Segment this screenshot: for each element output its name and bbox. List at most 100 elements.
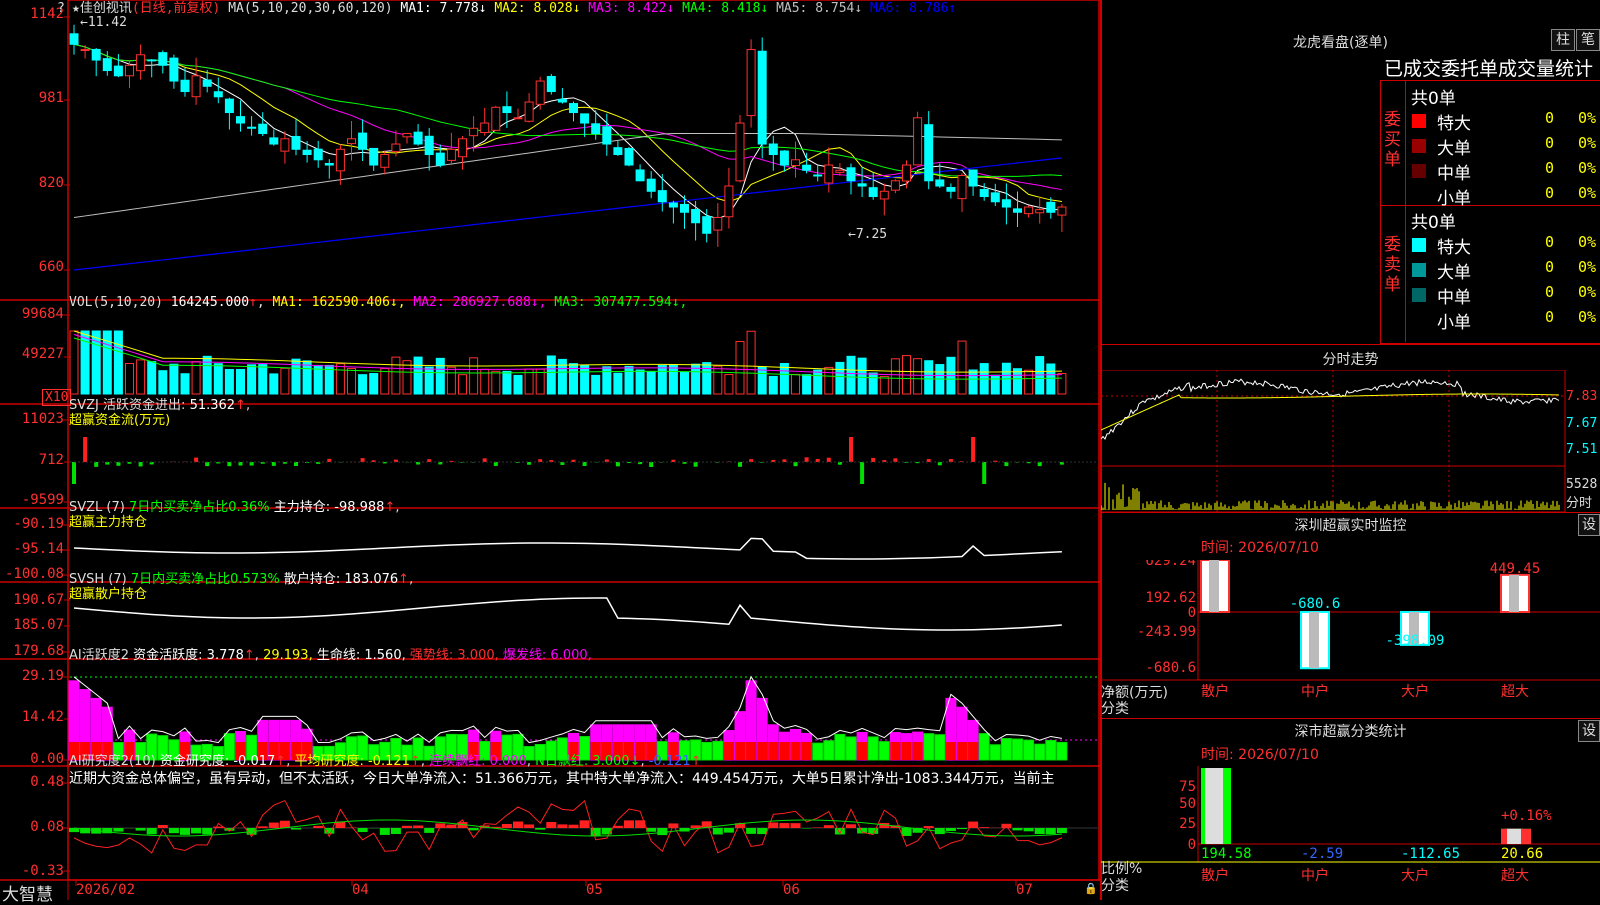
ai-res-bar: [136, 828, 146, 831]
pen-toggle-button[interactable]: 笔: [1576, 29, 1600, 51]
candle-body: [159, 53, 167, 66]
lock-icon[interactable]: 🔒: [1084, 882, 1098, 895]
volume-bar: [1047, 364, 1055, 394]
volume-bar: [314, 365, 322, 394]
volume-bar: [414, 357, 422, 394]
candle-body: [414, 132, 422, 144]
period-label[interactable]: 日线: [140, 1, 166, 16]
monitor-bar-value: -680.6: [1290, 596, 1341, 612]
svsh-name: SVSH (7): [69, 572, 127, 587]
longhu-divider: [1380, 205, 1600, 206]
classify-category: 中户: [1301, 867, 1329, 884]
monitor-category: 中户: [1301, 683, 1329, 700]
volume-bar: [836, 362, 844, 394]
volume-bar: [969, 370, 977, 394]
low-value: 7.25: [856, 227, 887, 242]
svzj-bar: [494, 462, 498, 466]
ai-res-v2: -0.121: [368, 754, 410, 769]
ai-res-bar: [358, 828, 368, 832]
monitor-category: 大户: [1401, 683, 1429, 700]
ai-res-item1: 资金研究度:: [160, 754, 229, 769]
bar-toggle-button[interactable]: 柱: [1551, 29, 1575, 51]
ai-res-item2: 平均研究度:: [294, 754, 363, 769]
candle-body: [969, 170, 977, 186]
classify-divider: [1101, 718, 1600, 719]
volume-bar: [425, 367, 433, 394]
ma-value-ma4: MA4: 8.418↓: [682, 1, 776, 16]
ma-value-ma5: MA5: 8.754↓: [776, 1, 870, 16]
sell-row-count: 0: [1545, 258, 1554, 276]
ai-res-bar: [624, 820, 634, 828]
ai-act-item3: 生命线:: [317, 648, 360, 663]
candle-body: [281, 139, 289, 151]
candle-body: [381, 155, 389, 168]
svzj-bar: [361, 458, 365, 462]
candle-body: [1047, 202, 1055, 212]
candle-body: [980, 189, 988, 196]
classify-y-tick: 0: [1188, 837, 1196, 853]
volume-bar: [436, 358, 444, 394]
svzj-bar: [294, 462, 298, 466]
ai-res-bar: [846, 824, 856, 828]
ai-res-bar: [946, 828, 956, 831]
vol-header: VOL(5,10,20) 164245.000↑, MA1: 162590.40…: [69, 295, 687, 310]
ai-res-bar: [502, 824, 512, 828]
ai-res-bar: [291, 828, 301, 830]
buy-row-pct: 0%: [1578, 134, 1596, 152]
svzl-header: SVZL (7) 7日内买卖净占比0.36% 主力持仓: -98.988↑, 超…: [69, 500, 399, 530]
adjust-label[interactable]: 前复权: [174, 1, 213, 16]
app-logo-text: 大智慧: [2, 880, 53, 905]
volume-bar: [447, 367, 455, 394]
candle-body: [447, 149, 455, 160]
volume-bar: [359, 375, 367, 394]
monitor-title: 深圳超赢实时监控: [1101, 515, 1600, 535]
vol-ma-ma1: MA1: 162590.406↓,: [273, 295, 414, 310]
volume-bar: [758, 367, 766, 394]
candle-body: [836, 170, 844, 172]
volume-bar: [681, 372, 689, 394]
svzj-bar: [871, 458, 875, 462]
candle-body: [769, 144, 777, 155]
intraday-tick: 7.83: [1566, 389, 1597, 404]
candle-body: [958, 176, 966, 199]
candle-body: [525, 102, 533, 121]
ma-label: MA(5,10,20,30,60,120): [228, 1, 392, 16]
buy-row-pct: 0%: [1578, 159, 1596, 177]
volume-bar: [348, 368, 356, 394]
vol-ma-ma3: MA3: 307477.594↓,: [554, 295, 687, 310]
svzj-bar: [272, 462, 276, 466]
candle-body: [1002, 200, 1010, 207]
volume-bar: [914, 359, 922, 394]
classify-bar-shade: [1507, 829, 1521, 844]
volume-bar: [558, 359, 566, 394]
x-label: 04: [352, 882, 369, 898]
svzj-bar: [483, 458, 487, 462]
volume-bar: [869, 373, 877, 394]
volume-bar: [281, 368, 289, 394]
classify-settings-button[interactable]: 设: [1578, 720, 1600, 742]
vol-multiplier: X10: [42, 389, 71, 406]
ai-res-bar: [469, 828, 479, 830]
intraday-chart[interactable]: [1101, 370, 1600, 512]
svzj-bar: [860, 462, 864, 484]
svzj-bar: [139, 462, 143, 466]
svsh-ratio-label: 7日内买卖净占比: [131, 572, 230, 587]
monitor-chart: 629.24192.620-243.99-680.6629.24散户-680.6…: [1101, 560, 1600, 720]
stock-name[interactable]: 佳创视讯: [80, 1, 132, 16]
volume-bar: [769, 376, 777, 394]
buy-total: 共0单: [1411, 84, 1456, 109]
svzj-bar: [94, 462, 98, 467]
svsh-item: 散户持仓:: [284, 572, 340, 587]
ai-res-item3: 连续飘红:: [429, 754, 485, 769]
ai-res-name: AI研究度2(10): [69, 754, 156, 769]
volume-bar: [847, 356, 855, 394]
svzj-bar: [738, 462, 742, 467]
ma-value-ma1: MA1: 7.778↓: [400, 1, 494, 16]
sell-row-count: 0: [1545, 283, 1554, 301]
svzj-bar: [116, 462, 120, 466]
sell-row-pct: 0%: [1578, 283, 1596, 301]
ai-res-v5: -0.121: [649, 754, 691, 769]
monitor-settings-button[interactable]: 设: [1578, 514, 1600, 536]
svzj-sub: 超赢资金流(万元): [69, 413, 170, 428]
ma-line-6: [74, 158, 1062, 270]
